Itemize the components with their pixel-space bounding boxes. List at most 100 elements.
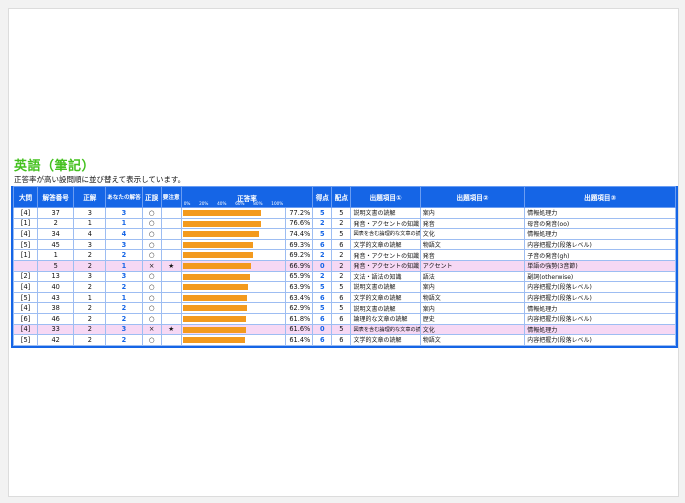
table-row: [5] 43 1 1 ○ 63.4% 6 6 文学的文章の読解 物語文 内容把握力(段落レベル)	[12, 291, 676, 304]
cell-score: 2	[312, 270, 333, 283]
cell-item1: 説明文書の読解	[350, 207, 421, 219]
cell-judge: ○	[141, 249, 162, 261]
results-body: [4] 37 3 3 ○ 77.2% 5 5 説明文書の読解 案内 情報処理力 [1] 2 1 1 ○ 76.6…	[12, 207, 676, 346]
cell-judge: ○	[141, 207, 162, 219]
cell-answer-number: 34	[37, 228, 75, 240]
cell-item3: 情報処理力	[524, 207, 676, 219]
cell-item3: 情報処理力	[524, 302, 676, 314]
cell-daimon: [4]	[12, 302, 39, 314]
col-your-answer: あなたの解答	[105, 186, 143, 208]
col-item3: 出題項目③	[524, 186, 676, 208]
rate-bar	[182, 315, 246, 322]
cell-correct: 3	[73, 207, 107, 219]
cell-caution-flag	[160, 270, 182, 283]
rate-tick: 80%	[253, 201, 263, 206]
cell-rate-value: 65.9%	[285, 270, 314, 283]
cell-answer-number: 46	[37, 312, 75, 325]
cell-rate-bar	[180, 228, 287, 240]
cell-your-answer: 1	[105, 217, 143, 230]
cell-points: 6	[331, 334, 352, 346]
cell-item3: 副詞(otherwise)	[524, 270, 676, 283]
cell-judge: ○	[141, 312, 162, 325]
cell-daimon: [1]	[12, 217, 39, 230]
col-item2: 出題項目②	[419, 186, 526, 208]
cell-rate-bar	[180, 323, 287, 336]
cell-item1: 文学的文章の読解	[350, 291, 421, 304]
cell-answer-number: 37	[37, 207, 75, 219]
cell-correct: 1	[73, 291, 107, 304]
cell-correct: 3	[73, 238, 107, 251]
cell-answer-number: 40	[37, 281, 75, 293]
cell-score: 6	[312, 334, 333, 346]
table-row: [4] 40 2 2 ○ 63.9% 5 5 説明文書の読解 案内 内容把握力(段落レベル)	[12, 281, 676, 293]
table-row: [4] 37 3 3 ○ 77.2% 5 5 説明文書の読解 案内 情報処理力	[12, 207, 676, 219]
cell-correct: 2	[73, 281, 107, 293]
cell-rate-value: 61.8%	[285, 312, 314, 325]
col-item1: 出題項目①	[350, 186, 421, 208]
cell-points: 5	[331, 207, 352, 219]
cell-daimon: [4]	[12, 207, 39, 219]
cell-item2: 案内	[419, 281, 526, 293]
cell-caution-flag	[160, 207, 182, 219]
cell-daimon: [4]	[12, 323, 39, 336]
rate-tick: 0%	[183, 201, 191, 206]
cell-judge: ○	[141, 281, 162, 293]
sort-note: 正答率が高い設問順に並び替えて表示しています。	[14, 175, 186, 184]
table-row: [4] 34 4 4 ○ 74.4% 5 5 図表を含む論理的な文章の読解 文化 情報処理力	[12, 228, 676, 240]
cell-item1: 説明文書の読解	[350, 302, 421, 314]
cell-rate-bar	[180, 249, 287, 261]
cell-daimon: [4]	[12, 228, 39, 240]
cell-your-answer: 3	[105, 270, 143, 283]
cell-caution-flag	[160, 334, 182, 346]
cell-your-answer: 3	[105, 207, 143, 219]
cell-judge: ○	[141, 334, 162, 346]
cell-score: 2	[312, 217, 333, 230]
rate-tick: 100%	[271, 201, 284, 206]
rate-scale-ticks: 0% 20% 40% 60% 80% 100%	[184, 199, 284, 206]
col-correct: 正解	[73, 186, 107, 208]
cell-item2: 文化	[419, 228, 526, 240]
cell-points: 2	[331, 270, 352, 283]
cell-rate-bar	[180, 217, 287, 230]
table-row: [1] 1 2 2 ○ 69.2% 2 2 発音・アクセントの知識 発音 子音の発音(gh)	[12, 249, 676, 261]
cell-score: 6	[312, 238, 333, 251]
cell-rate-value: 74.4%	[285, 228, 314, 240]
col-answer-number: 解答番号	[37, 186, 75, 208]
rate-tick: 40%	[217, 201, 227, 206]
rate-bar	[182, 262, 251, 269]
results-table-wrapper: 大問 解答番号 正解 あなたの解答 正誤 要注意 正答率 0% 20% 40% …	[11, 186, 678, 348]
cell-answer-number: 1	[37, 249, 75, 261]
results-table: 大問 解答番号 正解 あなたの解答 正誤 要注意 正答率 0% 20% 40% …	[12, 186, 676, 346]
cell-item1: 図表を含む論理的な文章の読解	[350, 228, 421, 240]
cell-item3: 内容把握力(段落レベル)	[524, 238, 676, 251]
cell-rate-value: 69.3%	[285, 238, 314, 251]
cell-answer-number: 43	[37, 291, 75, 304]
cell-item3: 内容把握力(段落レベル)	[524, 291, 676, 304]
cell-item2: 案内	[419, 207, 526, 219]
cell-judge: ○	[141, 291, 162, 304]
cell-points: 2	[331, 217, 352, 230]
rate-bar	[182, 284, 248, 291]
cell-daimon: [6]	[12, 312, 39, 325]
rate-bar	[182, 273, 250, 280]
cell-points: 2	[331, 259, 352, 272]
cell-rate-bar	[180, 334, 287, 346]
cell-points: 6	[331, 238, 352, 251]
cell-item1: 文法・語法の知識	[350, 270, 421, 283]
cell-correct: 2	[73, 323, 107, 336]
cell-judge: ×	[141, 259, 162, 272]
cell-caution-flag	[160, 281, 182, 293]
cell-answer-number: 45	[37, 238, 75, 251]
cell-caution-flag: ★	[160, 259, 182, 272]
cell-item2: 語法	[419, 270, 526, 283]
cell-your-answer: 1	[105, 291, 143, 304]
cell-item2: 案内	[419, 302, 526, 314]
cell-judge: ○	[141, 270, 162, 283]
rate-bar	[182, 337, 246, 344]
rate-bar	[182, 294, 248, 301]
cell-points: 5	[331, 281, 352, 293]
cell-item2: 物語文	[419, 238, 526, 251]
cell-score: 5	[312, 302, 333, 314]
rate-bar	[182, 326, 246, 333]
table-row: [5] 45 3 3 ○ 69.3% 6 6 文学的文章の読解 物語文 内容把握力(段落レベル)	[12, 238, 676, 251]
